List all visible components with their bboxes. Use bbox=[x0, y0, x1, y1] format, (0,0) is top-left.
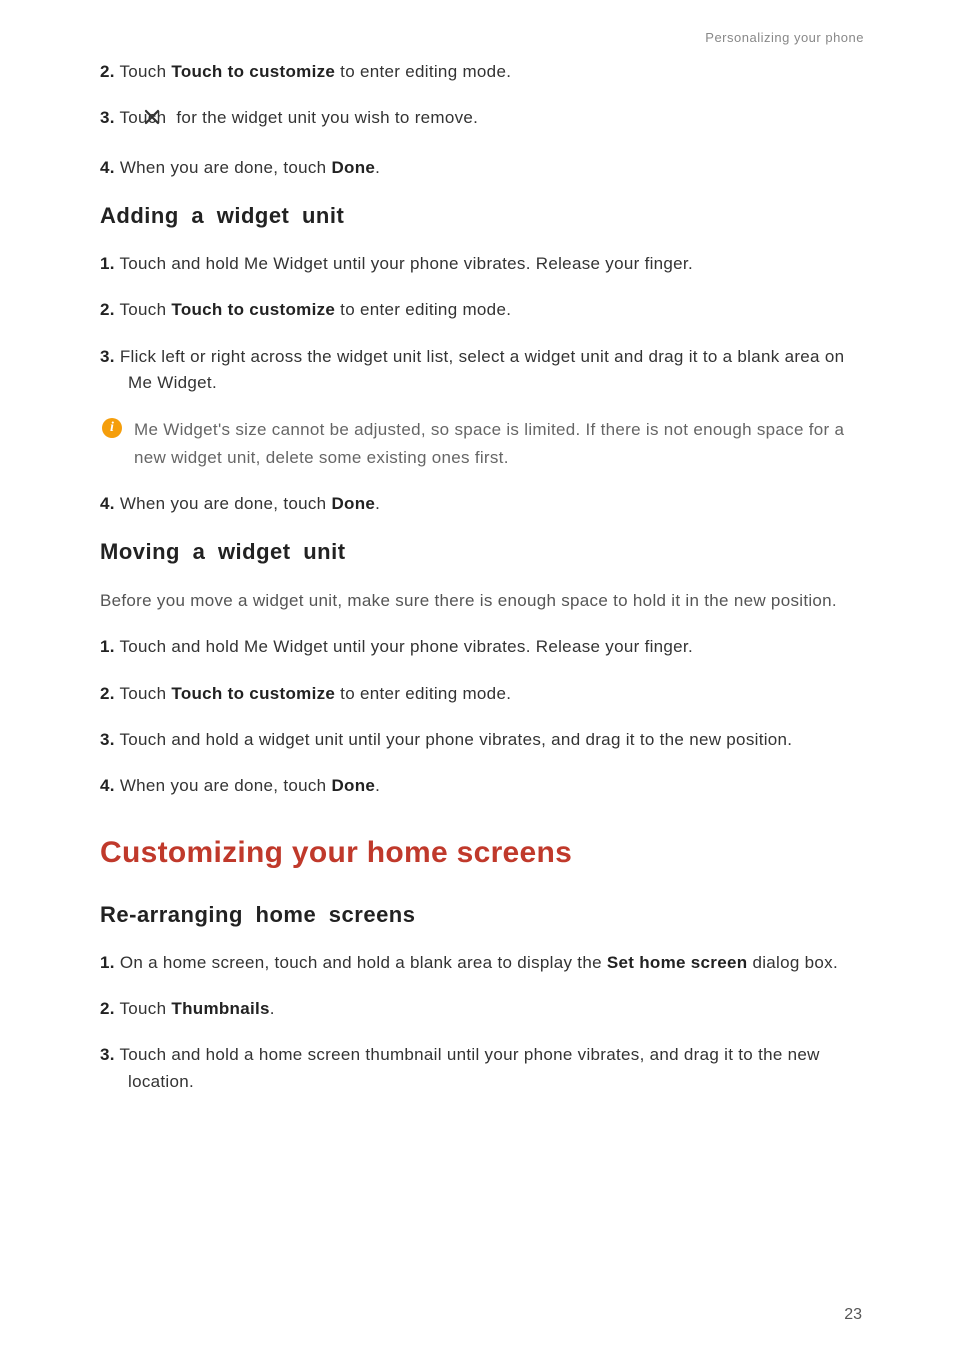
step-item: 3. Touch and hold a widget unit until yo… bbox=[100, 727, 864, 753]
step-number: 2. bbox=[100, 999, 115, 1018]
step-text: to enter editing mode. bbox=[335, 300, 511, 319]
step-text: . bbox=[270, 999, 275, 1018]
info-icon-glyph: i bbox=[102, 418, 122, 438]
step-item: 1. On a home screen, touch and hold a bl… bbox=[100, 950, 864, 976]
page-header: Personalizing your phone bbox=[100, 30, 864, 45]
heading-rearranging-home: Re-arranging home screens bbox=[100, 902, 864, 928]
step-item: 3. Flick left or right across the widget… bbox=[100, 344, 864, 397]
ui-label: Touch to customize bbox=[171, 300, 335, 319]
step-number: 4. bbox=[100, 158, 115, 177]
heading-moving-widget: Moving a widget unit bbox=[100, 539, 864, 565]
ui-label: Done bbox=[331, 158, 375, 177]
step-item: 4. When you are done, touch Done. bbox=[100, 155, 864, 181]
ui-label: Thumbnails bbox=[171, 999, 269, 1018]
step-item: 3. Touch and hold a home screen thumbnai… bbox=[100, 1042, 864, 1095]
ui-label: Done bbox=[331, 494, 375, 513]
step-number: 2. bbox=[100, 62, 115, 81]
step-item: 1. Touch and hold Me Widget until your p… bbox=[100, 634, 864, 660]
step-text: to enter editing mode. bbox=[335, 684, 511, 703]
step-text: Touch bbox=[120, 300, 172, 319]
page-number: 23 bbox=[844, 1306, 862, 1324]
step-text: Touch bbox=[120, 999, 172, 1018]
step-number: 3. bbox=[100, 347, 115, 366]
step-item: 2. Touch Touch to customize to enter edi… bbox=[100, 681, 864, 707]
step-text: dialog box. bbox=[747, 953, 838, 972]
step-item: 2. Touch Touch to customize to enter edi… bbox=[100, 59, 864, 85]
step-text: When you are done, touch bbox=[120, 158, 332, 177]
step-number: 1. bbox=[100, 637, 115, 656]
step-text: Touch bbox=[120, 62, 172, 81]
step-number: 4. bbox=[100, 776, 115, 795]
step-text: for the widget unit you wish to remove. bbox=[171, 108, 478, 127]
step-number: 2. bbox=[100, 300, 115, 319]
info-note: i Me Widget's size cannot be adjusted, s… bbox=[100, 416, 864, 470]
step-text: . bbox=[375, 776, 380, 795]
step-text: Touch and hold Me Widget until your phon… bbox=[120, 254, 693, 273]
step-number: 2. bbox=[100, 684, 115, 703]
step-text: On a home screen, touch and hold a blank… bbox=[120, 953, 607, 972]
ui-label: Set home screen bbox=[607, 953, 748, 972]
step-number: 1. bbox=[100, 953, 115, 972]
step-number: 1. bbox=[100, 254, 115, 273]
step-number: 3. bbox=[100, 1045, 115, 1064]
step-number: 3. bbox=[100, 108, 115, 127]
heading-customizing-home: Customizing your home screens bbox=[100, 836, 864, 870]
step-text: When you are done, touch bbox=[120, 776, 332, 795]
step-item: 1. Touch and hold Me Widget until your p… bbox=[100, 251, 864, 277]
step-text: . bbox=[375, 158, 380, 177]
ui-label: Touch to customize bbox=[171, 62, 335, 81]
step-item: 2. Touch Thumbnails. bbox=[100, 996, 864, 1022]
step-text: Flick left or right across the widget un… bbox=[120, 347, 845, 392]
step-text: Touch and hold a home screen thumbnail u… bbox=[120, 1045, 820, 1090]
ui-label: Touch to customize bbox=[171, 684, 335, 703]
ui-label: Done bbox=[331, 776, 375, 795]
step-number: 4. bbox=[100, 494, 115, 513]
step-item: 3. Touch for the widget unit you wish to… bbox=[100, 105, 864, 134]
intro-text: Before you move a widget unit, make sure… bbox=[100, 587, 864, 614]
step-item: 2. Touch Touch to customize to enter edi… bbox=[100, 297, 864, 323]
info-icon: i bbox=[102, 418, 122, 438]
step-text: When you are done, touch bbox=[120, 494, 332, 513]
page: Personalizing your phone 2. Touch Touch … bbox=[0, 0, 954, 1352]
step-number: 3. bbox=[100, 730, 115, 749]
step-item: 4. When you are done, touch Done. bbox=[100, 491, 864, 517]
step-text: Touch and hold Me Widget until your phon… bbox=[120, 637, 693, 656]
step-text: Touch and hold a widget unit until your … bbox=[120, 730, 793, 749]
step-text: Touch bbox=[120, 684, 172, 703]
info-text: Me Widget's size cannot be adjusted, so … bbox=[134, 416, 864, 470]
step-text: to enter editing mode. bbox=[335, 62, 511, 81]
step-item: 4. When you are done, touch Done. bbox=[100, 773, 864, 799]
step-text: . bbox=[375, 494, 380, 513]
heading-adding-widget: Adding a widget unit bbox=[100, 203, 864, 229]
